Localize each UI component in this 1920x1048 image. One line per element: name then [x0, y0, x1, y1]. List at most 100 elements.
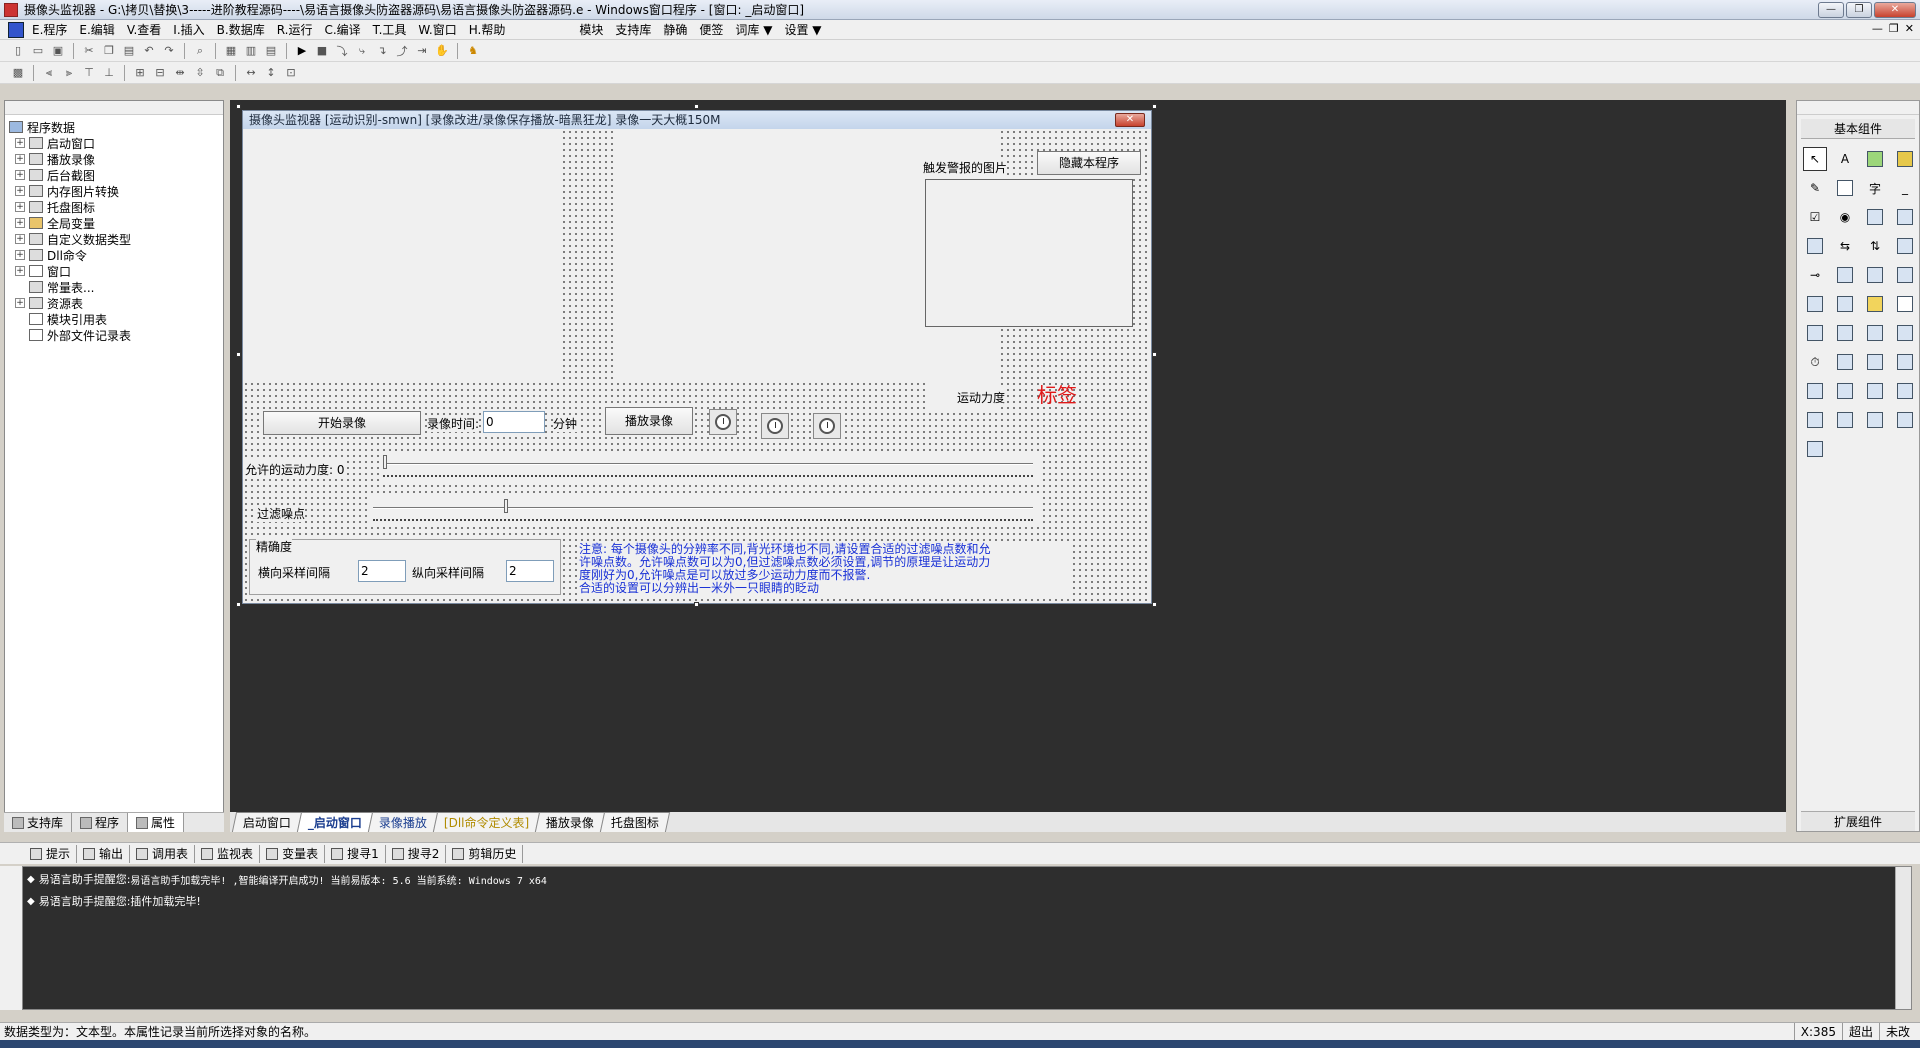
tab-properties[interactable]: 属性 — [128, 813, 185, 832]
find-icon[interactable]: ⌕ — [192, 43, 208, 59]
socket-tool-icon[interactable] — [1863, 350, 1887, 374]
tab-program[interactable]: 程序 — [72, 813, 129, 832]
server-tool-icon[interactable] — [1833, 379, 1857, 403]
step-out-icon[interactable]: ⤴ — [394, 43, 410, 59]
paste-icon[interactable]: ▤ — [121, 43, 137, 59]
run-to-cursor-icon[interactable]: ⇥ — [414, 43, 430, 59]
menu-database[interactable]: B.数据库 — [211, 21, 271, 38]
tab-output[interactable]: 输出 — [77, 844, 131, 863]
tab-search2[interactable]: 搜寻2 — [386, 844, 447, 863]
expand-icon[interactable]: + — [15, 218, 25, 228]
cut-icon[interactable]: ✂ — [81, 43, 97, 59]
space-vertical-icon[interactable]: ⇳ — [192, 65, 208, 81]
stop-icon[interactable]: ■ — [314, 43, 330, 59]
expand-icon[interactable]: + — [15, 234, 25, 244]
menu-static[interactable]: 静确 — [657, 21, 693, 38]
timer-tool-icon[interactable]: ⏱ — [1803, 350, 1827, 374]
tree-item-dll-commands[interactable]: + Dll命令 — [9, 247, 223, 263]
serial-tool-icon[interactable] — [1893, 350, 1917, 374]
menu-view[interactable]: V.查看 — [121, 21, 167, 38]
center-form-icon[interactable]: ⊡ — [283, 65, 299, 81]
expand-icon[interactable]: + — [15, 170, 25, 180]
db-tool-icon[interactable] — [1803, 408, 1827, 432]
step-into-icon[interactable]: ⤷ — [354, 43, 370, 59]
align-left-icon[interactable]: ⫷ — [41, 65, 57, 81]
menu-module[interactable]: 模块 — [573, 21, 609, 38]
tree-item-start-window[interactable]: + 启动窗口 — [9, 135, 223, 151]
label-tool-icon[interactable]: A — [1833, 147, 1857, 171]
text-tool-icon[interactable]: 字 — [1863, 176, 1887, 200]
chart-tool-icon[interactable] — [1863, 408, 1887, 432]
grid-layout-icon[interactable]: ▤ — [263, 43, 279, 59]
slider-tool-icon[interactable]: ⊸ — [1803, 263, 1827, 287]
tree-item-windows[interactable]: + 窗口 — [9, 263, 223, 279]
save-icon[interactable]: ▣ — [50, 43, 66, 59]
center-vertical-icon[interactable]: ⊟ — [152, 65, 168, 81]
slider-thumb[interactable] — [504, 499, 509, 513]
record-time-input[interactable]: 0 — [483, 411, 545, 433]
tab-tray-icon[interactable]: 托盘图标 — [600, 812, 671, 832]
output-panel[interactable]: ◆ 易语言助手提醒您: 易语言助手加载完毕! ,智能编译开启成功! 当前易版本:… — [22, 866, 1912, 1010]
tab-search1[interactable]: 搜寻1 — [325, 844, 386, 863]
menu-help[interactable]: H.帮助 — [463, 21, 512, 38]
menu-compile[interactable]: C.编译 — [318, 21, 366, 38]
resize-handle-n[interactable] — [694, 104, 699, 109]
same-height-icon[interactable]: ↕ — [263, 65, 279, 81]
frame-tool-icon[interactable] — [1833, 176, 1857, 200]
expand-icon[interactable]: + — [15, 266, 25, 276]
resize-handle-nw[interactable] — [236, 104, 241, 109]
pane-tool-icon[interactable] — [1893, 321, 1917, 345]
edit-tool-icon[interactable]: ✎ — [1803, 176, 1827, 200]
tab-tool-icon[interactable] — [1833, 263, 1857, 287]
play-record-button[interactable]: 播放录像 — [605, 407, 693, 435]
spin-tool-icon[interactable] — [1863, 321, 1887, 345]
tab-call-stack[interactable]: 调用表 — [130, 844, 196, 863]
align-bottom-icon[interactable]: ⊥ — [101, 65, 117, 81]
checkbox-tool-icon[interactable]: ☑ — [1803, 205, 1827, 229]
undo-icon[interactable]: ↶ — [141, 43, 157, 59]
same-size-icon[interactable]: ⧉ — [212, 65, 228, 81]
tab-hints[interactable]: 提示 — [24, 844, 78, 863]
odbc-tool-icon[interactable] — [1893, 408, 1917, 432]
printer-tool-icon[interactable] — [1833, 350, 1857, 374]
odbc-source-tool-icon[interactable] — [1803, 437, 1827, 461]
mdi-restore-button[interactable]: ❐ — [1889, 22, 1899, 35]
radio-tool-icon[interactable]: ◉ — [1833, 205, 1857, 229]
print-tool-icon[interactable] — [1893, 263, 1917, 287]
tab-record-play[interactable]: 录像播放 — [367, 812, 439, 832]
helper-icon[interactable]: ♞ — [465, 43, 481, 59]
tree-item-constants[interactable]: 常量表... — [9, 279, 223, 295]
tree-item-background-capture[interactable]: + 后台截图 — [9, 167, 223, 183]
copy-icon[interactable]: ❐ — [101, 43, 117, 59]
menu-settings[interactable]: 设置 ▼ — [778, 21, 827, 38]
form-close-button[interactable]: ✕ — [1115, 113, 1145, 127]
datasource-tool-icon[interactable] — [1893, 379, 1917, 403]
pointer-icon[interactable]: ↖ — [1803, 147, 1827, 171]
run-icon[interactable]: ▶ — [294, 43, 310, 59]
vscroll-tool-icon[interactable]: ⇅ — [1863, 234, 1887, 258]
tree-item-module-refs[interactable]: 模块引用表 — [9, 311, 223, 327]
timer-3[interactable] — [813, 413, 841, 439]
expand-icon[interactable]: + — [15, 250, 25, 260]
open-folder-icon[interactable]: ▭ — [30, 43, 46, 59]
tab-watch[interactable]: 监视表 — [195, 844, 261, 863]
minimize-button[interactable]: — — [1818, 2, 1844, 18]
menu-lexicon[interactable]: 词库 ▼ — [729, 21, 778, 38]
menu-tools[interactable]: T.工具 — [367, 21, 413, 38]
calendar-tool-icon[interactable] — [1863, 263, 1887, 287]
tree-item-global-vars[interactable]: + 全局变量 — [9, 215, 223, 231]
tree-item-custom-types[interactable]: + 自定义数据类型 — [9, 231, 223, 247]
menu-notes[interactable]: 便签 — [693, 21, 729, 38]
drive-tool-icon[interactable] — [1833, 292, 1857, 316]
start-record-button[interactable]: 开始录像 — [263, 411, 421, 435]
grid-tool-icon[interactable] — [1803, 234, 1827, 258]
mdi-minimize-button[interactable]: — — [1872, 22, 1883, 35]
file-tool-icon[interactable] — [1893, 292, 1917, 316]
layout-icon[interactable]: ▦ — [223, 43, 239, 59]
tree-item-external-files[interactable]: 外部文件记录表 — [9, 327, 223, 343]
timer-2[interactable] — [761, 413, 789, 439]
tab-start-window[interactable]: 启动窗口 — [231, 812, 303, 832]
menu-run[interactable]: R.运行 — [271, 21, 319, 38]
expand-icon[interactable]: + — [15, 202, 25, 212]
step-over-icon[interactable]: ↴ — [374, 43, 390, 59]
